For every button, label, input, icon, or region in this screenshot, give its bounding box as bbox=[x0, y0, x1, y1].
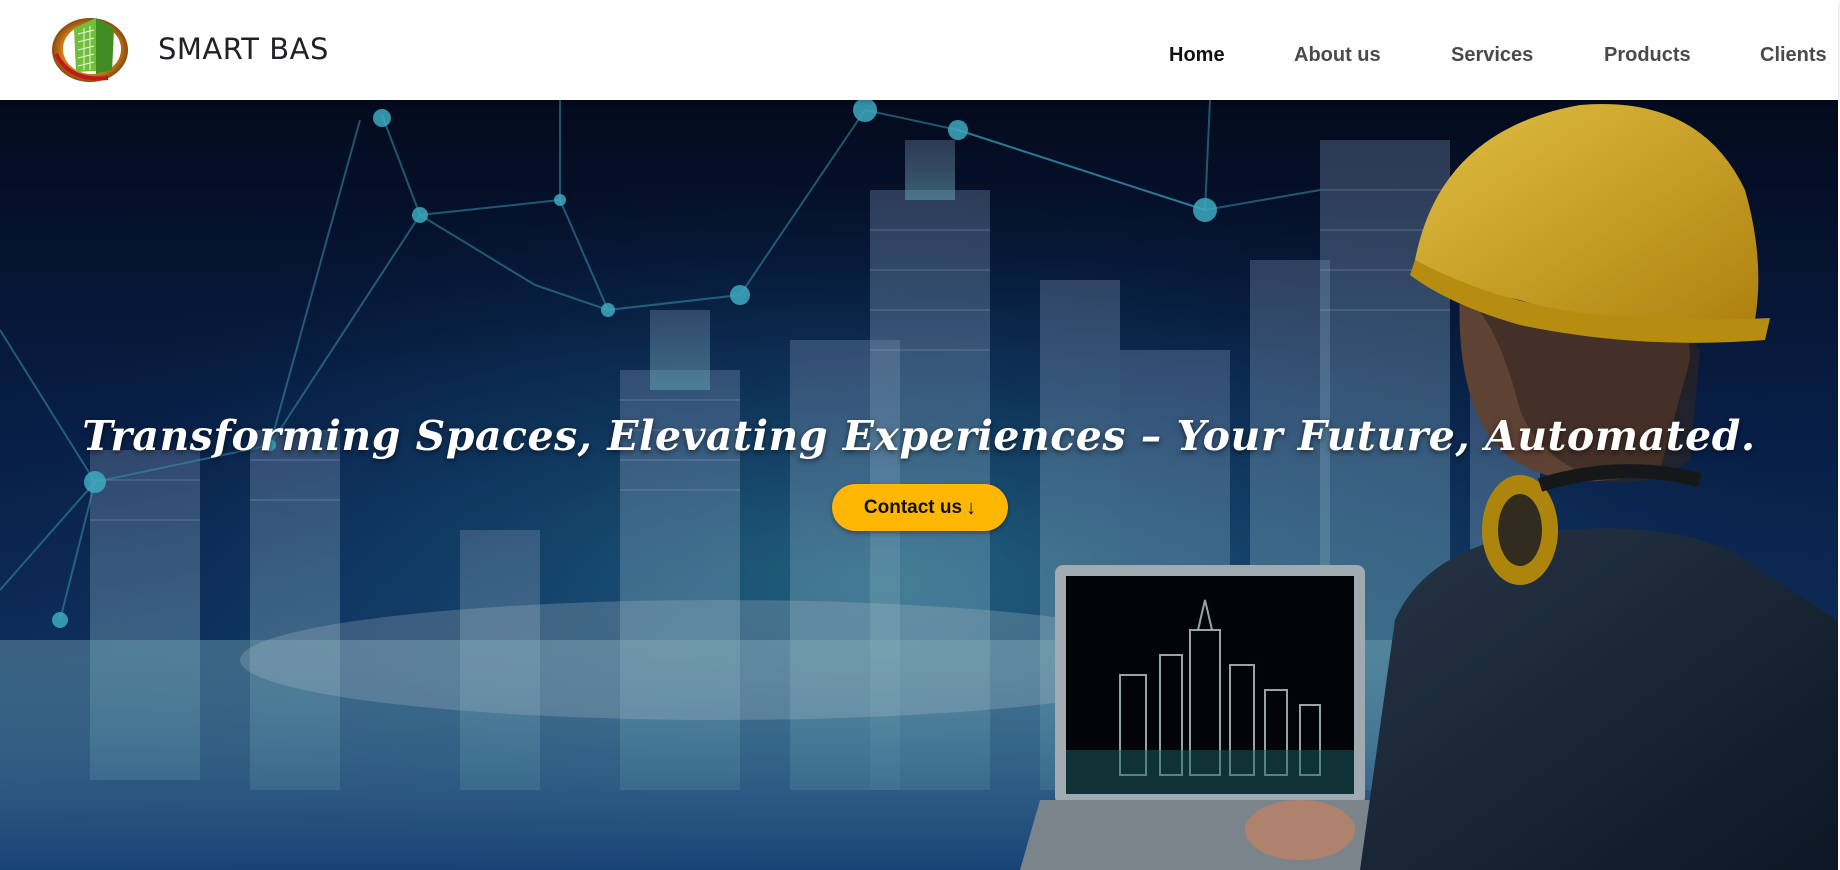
hero-tagline: Transforming Spaces, Elevating Experienc… bbox=[82, 412, 1756, 460]
nav-clients[interactable]: Clients bbox=[1760, 44, 1827, 67]
building-globe-logo-icon[interactable] bbox=[50, 10, 132, 84]
contact-us-label: Contact us bbox=[863, 496, 963, 518]
nav-services[interactable]: Services bbox=[1451, 44, 1533, 67]
page: SMART BAS Home About us Services Product… bbox=[0, 0, 1840, 870]
arrow-down-icon: ↓ bbox=[966, 496, 977, 519]
nav-about-us[interactable]: About us bbox=[1294, 44, 1381, 67]
contact-us-button[interactable]: Contact us ↓ bbox=[832, 484, 1008, 531]
nav-products[interactable]: Products bbox=[1604, 44, 1691, 67]
nav-home[interactable]: Home bbox=[1169, 44, 1225, 67]
hero-section: Transforming Spaces, Elevating Experienc… bbox=[0, 100, 1838, 870]
site-header: SMART BAS Home About us Services Product… bbox=[0, 0, 1838, 100]
brand-name[interactable]: SMART BAS bbox=[158, 32, 329, 66]
